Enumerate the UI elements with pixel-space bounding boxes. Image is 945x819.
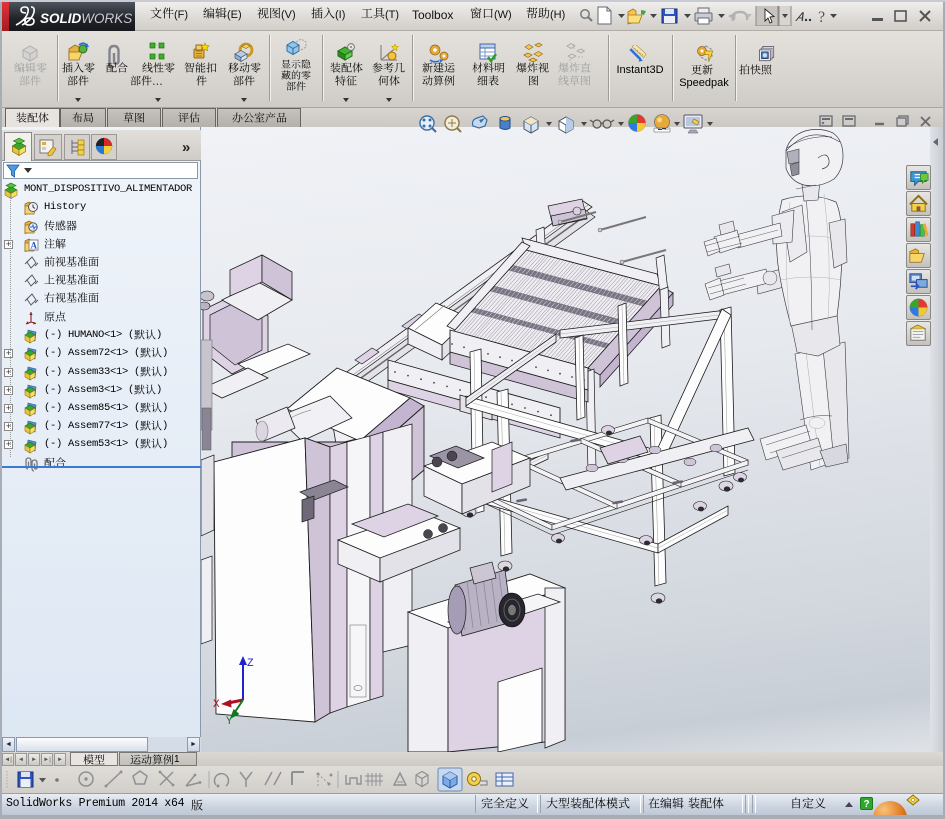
svg-text:?: ? [818,9,825,26]
svg-text:X: X [213,699,220,711]
svg-text:SOLIDWORKS: SOLIDWORKS [40,11,132,26]
svg-text:Z: Z [247,658,254,670]
svg-text:𝐴: 𝐴 [795,10,804,24]
svg-text:A: A [31,240,38,250]
svg-text:Y: Y [226,716,233,728]
